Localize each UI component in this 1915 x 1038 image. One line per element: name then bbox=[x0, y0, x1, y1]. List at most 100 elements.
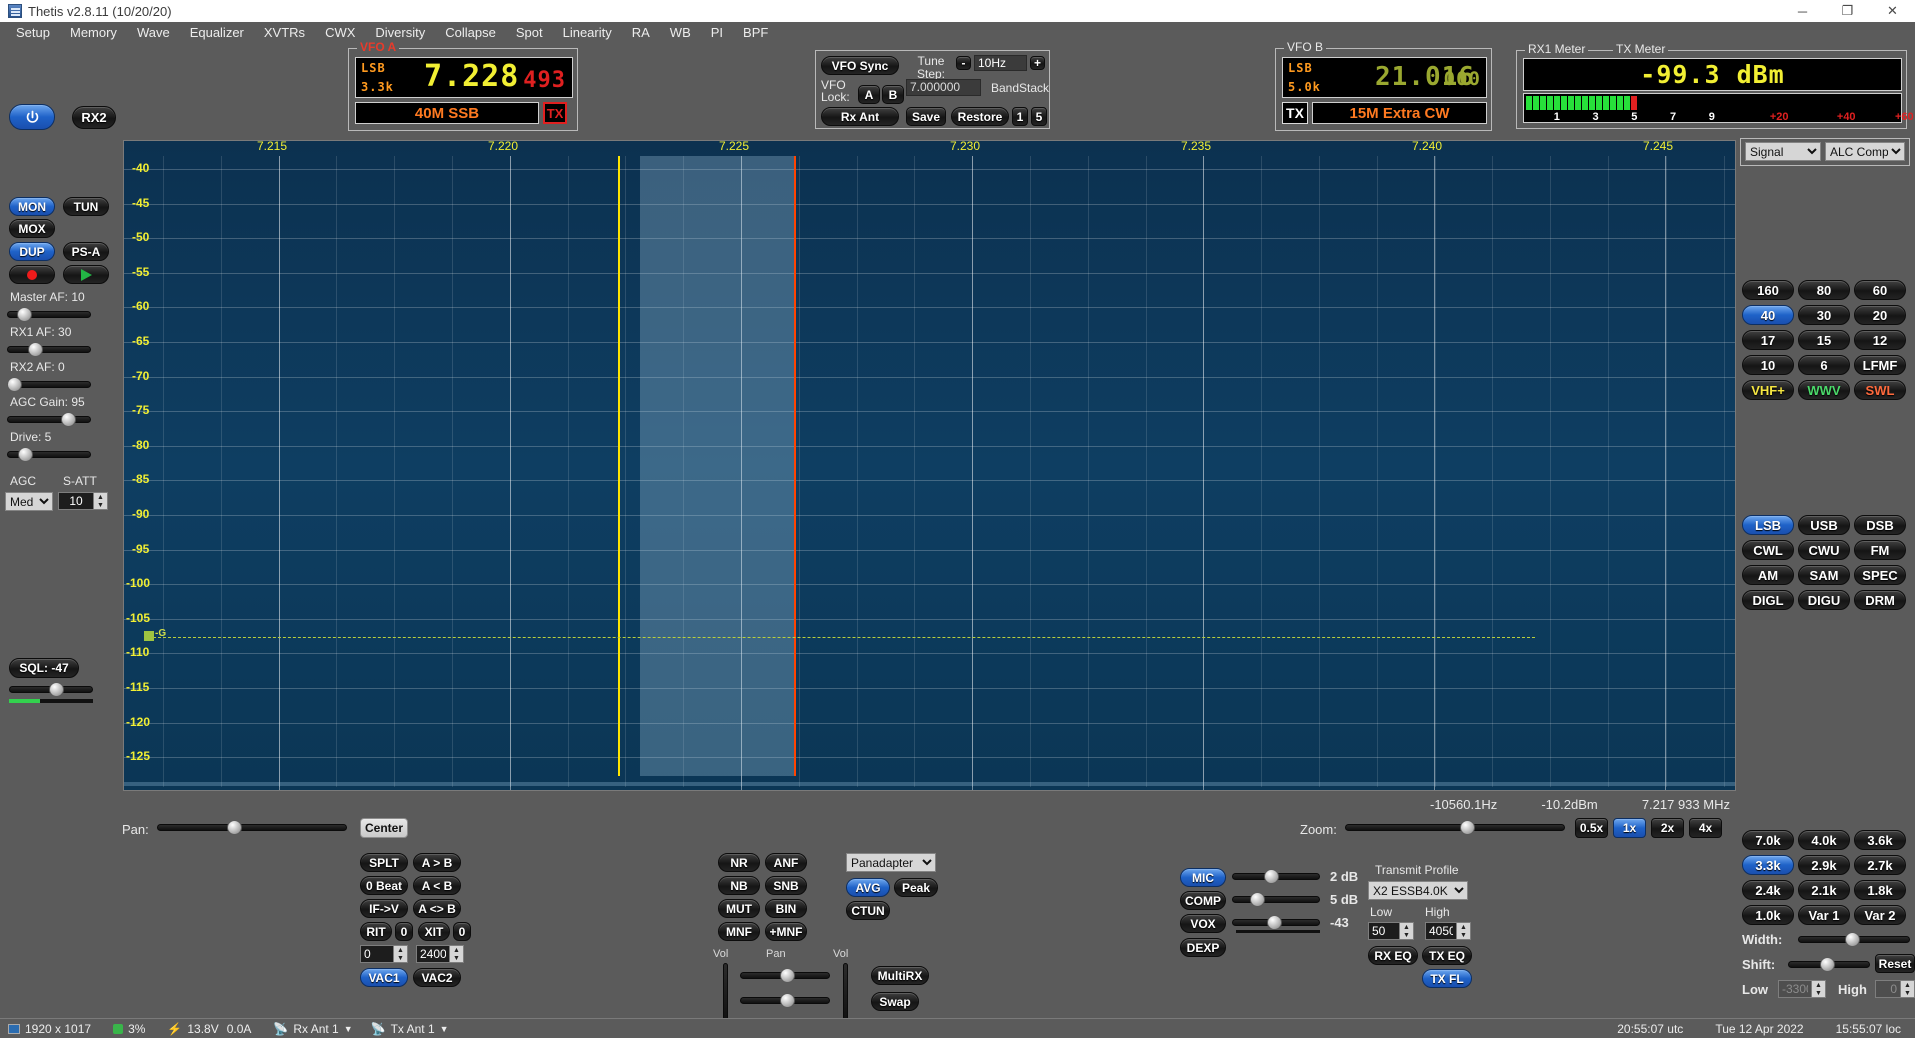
b-to-a-button[interactable]: A < B bbox=[413, 876, 461, 895]
filter-button-1-8k[interactable]: 1.8k bbox=[1854, 880, 1906, 900]
xit-button[interactable]: XIT bbox=[418, 922, 450, 941]
bandstack-1-button[interactable]: 1 bbox=[1012, 107, 1028, 126]
band-button-lfmf[interactable]: LFMF bbox=[1854, 355, 1906, 375]
rit-stepper[interactable]: ▲▼ bbox=[360, 945, 408, 963]
rx-eq-button[interactable]: RX EQ bbox=[1368, 946, 1418, 965]
squelch-knob[interactable] bbox=[49, 682, 64, 697]
tx-low-spin-buttons[interactable]: ▲▼ bbox=[1400, 922, 1414, 940]
zoom-button-4x[interactable]: 4x bbox=[1689, 818, 1722, 838]
squelch-slider[interactable] bbox=[9, 683, 93, 695]
tune-step-value[interactable]: 10Hz bbox=[974, 55, 1027, 71]
vfo-a-cursor[interactable] bbox=[618, 156, 620, 776]
band-button-160[interactable]: 160 bbox=[1742, 280, 1794, 300]
filter-reset-button[interactable]: Reset bbox=[1875, 954, 1915, 973]
tun-button[interactable]: TUN bbox=[63, 197, 109, 216]
filter-high-spin-buttons[interactable]: ▲▼ bbox=[1901, 980, 1915, 998]
vac2-button[interactable]: VAC2 bbox=[413, 968, 461, 987]
filter-button-var-1[interactable]: Var 1 bbox=[1798, 905, 1850, 925]
menu-item-diversity[interactable]: Diversity bbox=[365, 23, 435, 42]
rx2-pan-knob[interactable] bbox=[780, 993, 795, 1008]
band-button-wwv[interactable]: WWV bbox=[1798, 380, 1850, 400]
tx-meter-legend[interactable]: TX Meter bbox=[1613, 42, 1668, 56]
bin-button[interactable]: BIN bbox=[765, 899, 807, 918]
band-button-17[interactable]: 17 bbox=[1742, 330, 1794, 350]
band-button-6[interactable]: 6 bbox=[1798, 355, 1850, 375]
plus-mnf-button[interactable]: +MNF bbox=[765, 922, 807, 941]
slider-knob[interactable] bbox=[7, 377, 22, 392]
status-rx-antenna[interactable]: Rx Ant 1 bbox=[293, 1022, 338, 1036]
pan-slider[interactable] bbox=[157, 821, 347, 833]
display-mode-select[interactable]: Panadapter bbox=[846, 853, 936, 872]
status-tx-antenna[interactable]: Tx Ant 1 bbox=[391, 1022, 435, 1036]
slider[interactable] bbox=[7, 448, 91, 460]
menu-item-setup[interactable]: Setup bbox=[6, 23, 60, 42]
anf-button[interactable]: ANF bbox=[765, 853, 807, 872]
mode-button-cwu[interactable]: CWU bbox=[1798, 540, 1850, 560]
mode-button-sam[interactable]: SAM bbox=[1798, 565, 1850, 585]
mode-button-fm[interactable]: FM bbox=[1854, 540, 1906, 560]
vox-slider[interactable] bbox=[1232, 916, 1320, 928]
tx-high-spin-buttons[interactable]: ▲▼ bbox=[1457, 922, 1471, 940]
comp-knob[interactable] bbox=[1250, 892, 1265, 907]
menu-item-linearity[interactable]: Linearity bbox=[553, 23, 622, 42]
vfo-lock-b-button[interactable]: B bbox=[882, 85, 904, 104]
mon-button[interactable]: MON bbox=[9, 197, 55, 216]
vox-button[interactable]: VOX bbox=[1180, 914, 1226, 933]
menu-item-ra[interactable]: RA bbox=[622, 23, 660, 42]
filter-low-stepper[interactable]: ▲▼ bbox=[1778, 980, 1826, 998]
rx1-pan-slider[interactable] bbox=[740, 969, 830, 981]
rx2-pan-slider[interactable] bbox=[740, 994, 830, 1006]
signal-select[interactable]: Signal bbox=[1745, 142, 1821, 161]
band-button-12[interactable]: 12 bbox=[1854, 330, 1906, 350]
band-button-40[interactable]: 40 bbox=[1742, 305, 1794, 325]
tx-fl-button[interactable]: TX FL bbox=[1422, 969, 1472, 988]
tx-high-stepper[interactable]: ▲▼ bbox=[1425, 922, 1471, 940]
split-button[interactable]: SPLT bbox=[360, 853, 408, 872]
rx1-meter-legend[interactable]: RX1 Meter bbox=[1525, 42, 1588, 56]
mode-button-spec[interactable]: SPEC bbox=[1854, 565, 1906, 585]
filter-button-2-1k[interactable]: 2.1k bbox=[1798, 880, 1850, 900]
tx-high-input[interactable] bbox=[1425, 922, 1457, 940]
band-button-vhf-[interactable]: VHF+ bbox=[1742, 380, 1794, 400]
band-button-30[interactable]: 30 bbox=[1798, 305, 1850, 325]
mode-button-digu[interactable]: DIGU bbox=[1798, 590, 1850, 610]
mox-button[interactable]: MOX bbox=[9, 219, 55, 238]
menu-item-bpf[interactable]: BPF bbox=[733, 23, 778, 42]
snb-button[interactable]: SNB bbox=[765, 876, 807, 895]
band-button-15[interactable]: 15 bbox=[1798, 330, 1850, 350]
rx-antenna-chevron-icon[interactable]: ▼ bbox=[344, 1024, 353, 1034]
slider[interactable] bbox=[7, 413, 91, 425]
zoom-button-2x[interactable]: 2x bbox=[1651, 818, 1684, 838]
mic-gain-slider[interactable] bbox=[1232, 870, 1320, 882]
mode-button-usb[interactable]: USB bbox=[1798, 515, 1850, 535]
zoom-button-1x[interactable]: 1x bbox=[1613, 818, 1646, 838]
zoom-button-0.5x[interactable]: 0.5x bbox=[1575, 818, 1608, 838]
play-button[interactable] bbox=[63, 265, 109, 284]
band-button-10[interactable]: 10 bbox=[1742, 355, 1794, 375]
band-button-20[interactable]: 20 bbox=[1854, 305, 1906, 325]
restore-button[interactable]: Restore bbox=[951, 107, 1009, 126]
minimize-button[interactable]: ─ bbox=[1780, 0, 1825, 22]
menu-item-wave[interactable]: Wave bbox=[127, 23, 180, 42]
xit-spin-buttons[interactable]: ▲▼ bbox=[450, 945, 464, 963]
a-swap-b-button[interactable]: A <> B bbox=[413, 899, 461, 918]
power-button[interactable] bbox=[9, 104, 55, 130]
xit-input[interactable] bbox=[416, 945, 450, 963]
menu-item-cwx[interactable]: CWX bbox=[315, 23, 365, 42]
bandstack-5-button[interactable]: 5 bbox=[1031, 107, 1047, 126]
record-button[interactable] bbox=[9, 265, 55, 284]
menu-item-wb[interactable]: WB bbox=[660, 23, 701, 42]
slider-knob[interactable] bbox=[28, 342, 43, 357]
slider[interactable] bbox=[7, 308, 91, 320]
rit-value[interactable]: 0 bbox=[395, 922, 413, 941]
rx2-button[interactable]: RX2 bbox=[72, 106, 116, 129]
mode-button-digl[interactable]: DIGL bbox=[1742, 590, 1794, 610]
mode-button-am[interactable]: AM bbox=[1742, 565, 1794, 585]
a-to-b-button[interactable]: A > B bbox=[413, 853, 461, 872]
filter-button-1-0k[interactable]: 1.0k bbox=[1742, 905, 1794, 925]
zero-beat-button[interactable]: 0 Beat bbox=[360, 876, 408, 895]
mode-button-dsb[interactable]: DSB bbox=[1854, 515, 1906, 535]
shift-slider[interactable] bbox=[1788, 958, 1870, 970]
xit-value[interactable]: 0 bbox=[453, 922, 471, 941]
tune-step-decrement-button[interactable]: - bbox=[956, 56, 971, 70]
